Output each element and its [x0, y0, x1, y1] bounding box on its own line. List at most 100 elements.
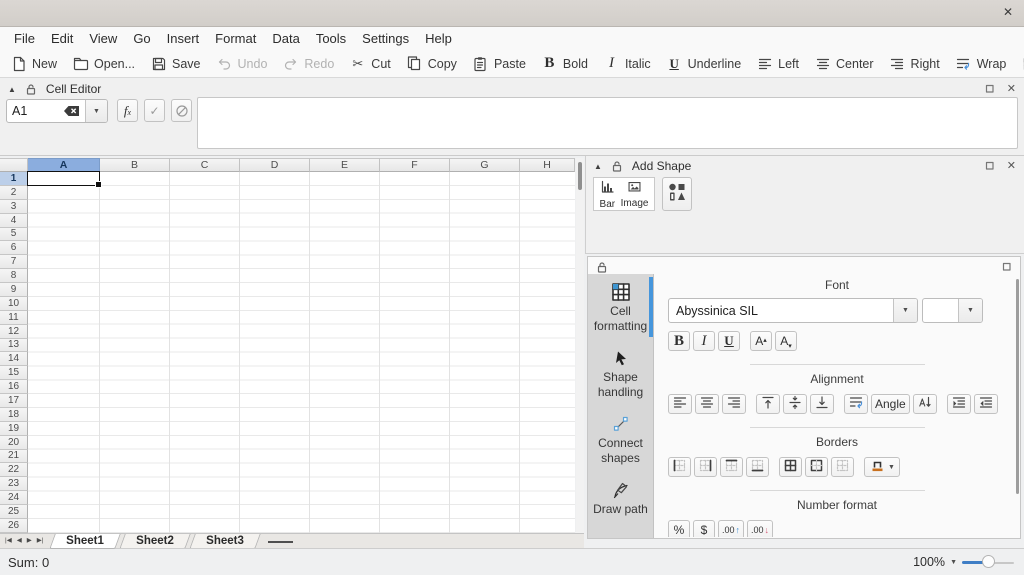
border-bottom-button[interactable]: [746, 457, 769, 477]
cell-reference-combo[interactable]: ▼: [6, 99, 108, 123]
border-all-button[interactable]: [779, 457, 802, 477]
toolbar-wrap-button[interactable]: Wrap: [955, 55, 1007, 72]
lock-icon[interactable]: [596, 261, 608, 273]
collapse-triangle-icon[interactable]: ▲: [8, 85, 16, 94]
column-header-a[interactable]: A: [28, 158, 100, 172]
fx-formula-button[interactable]: fx: [117, 99, 138, 122]
font-size-dropdown[interactable]: ▼: [958, 299, 982, 322]
spreadsheet-grid[interactable]: ABCDEFGH 1234567891011121314151617181920…: [0, 158, 575, 533]
border-outside-button[interactable]: [805, 457, 828, 477]
sheet-tab-sheet1[interactable]: Sheet1: [50, 534, 121, 549]
zoom-slider-handle[interactable]: [982, 555, 995, 568]
row-header-12[interactable]: 12: [0, 325, 28, 339]
toolbar-bold-button[interactable]: BBold: [541, 55, 588, 72]
lock-icon[interactable]: [611, 160, 623, 172]
border-right-button[interactable]: [694, 457, 717, 477]
grid-vertical-scrollbar[interactable]: [576, 158, 584, 533]
valign-top-button[interactable]: [756, 394, 780, 414]
cell-reference-dropdown[interactable]: ▼: [85, 100, 107, 122]
row-header-13[interactable]: 13: [0, 339, 28, 353]
toolbar-undo-button[interactable]: Undo: [216, 55, 268, 72]
cancel-null-button[interactable]: [171, 99, 192, 122]
border-left-button[interactable]: [668, 457, 691, 477]
sheet-first-button[interactable]: |◀: [3, 536, 14, 547]
toolbar-save-button[interactable]: Save: [150, 55, 201, 72]
column-headers[interactable]: ABCDEFGH: [0, 158, 575, 172]
menu-help[interactable]: Help: [417, 31, 460, 46]
toolbar-right-button[interactable]: Right: [889, 55, 940, 72]
row-header-15[interactable]: 15: [0, 366, 28, 380]
sidebar-tab-shape-handling[interactable]: Shape handling: [588, 340, 653, 406]
formula-input[interactable]: [197, 97, 1018, 149]
selection-fill-handle[interactable]: [95, 181, 102, 188]
italic-button[interactable]: I: [693, 331, 715, 351]
sidebar-tab-draw-path[interactable]: Draw path: [588, 472, 653, 523]
row-header-11[interactable]: 11: [0, 311, 28, 325]
menu-insert[interactable]: Insert: [159, 31, 208, 46]
cell-reference-input[interactable]: [12, 104, 50, 118]
sheet-last-button[interactable]: ▶|: [35, 536, 46, 547]
menu-go[interactable]: Go: [125, 31, 158, 46]
row-header-23[interactable]: 23: [0, 477, 28, 491]
wrap-cell-button[interactable]: [844, 394, 868, 414]
float-panel-icon[interactable]: [1002, 262, 1012, 272]
column-header-d[interactable]: D: [240, 158, 310, 172]
menu-data[interactable]: Data: [264, 31, 307, 46]
sheet-prev-button[interactable]: ◀: [15, 536, 24, 547]
row-header-17[interactable]: 17: [0, 394, 28, 408]
column-header-h[interactable]: H: [520, 158, 575, 172]
row-header-8[interactable]: 8: [0, 269, 28, 283]
grid-body[interactable]: [28, 172, 575, 533]
menu-format[interactable]: Format: [207, 31, 264, 46]
menu-view[interactable]: View: [81, 31, 125, 46]
close-panel-icon[interactable]: ✕: [1007, 84, 1016, 95]
percent-button[interactable]: %: [668, 520, 690, 537]
toolbar-new-button[interactable]: New: [10, 55, 57, 72]
chevron-down-icon[interactable]: ▼: [950, 559, 957, 566]
row-headers[interactable]: 1234567891011121314151617181920212223242…: [0, 172, 28, 533]
valign-middle-button[interactable]: [783, 394, 807, 414]
indent-less-button[interactable]: [974, 394, 998, 414]
toolbar-copy-button[interactable]: Copy: [406, 55, 457, 72]
sidebar-tab-connect-shapes[interactable]: Connect shapes: [588, 406, 653, 472]
row-header-3[interactable]: 3: [0, 200, 28, 214]
halign-center-button[interactable]: [695, 394, 719, 414]
row-header-2[interactable]: 2: [0, 186, 28, 200]
grid-vertical-scrollbar-handle[interactable]: [578, 162, 582, 190]
tabbar-resize-handle[interactable]: [268, 541, 293, 543]
toolbar-center-button[interactable]: Center: [814, 55, 874, 72]
toolbar-redo-button[interactable]: Redo: [282, 55, 334, 72]
vertical-text-button[interactable]: [913, 394, 937, 414]
toolbar-underline-button[interactable]: UUnderline: [666, 55, 742, 72]
column-header-f[interactable]: F: [380, 158, 450, 172]
clear-reference-icon[interactable]: [63, 105, 80, 117]
more-shapes-button[interactable]: [662, 177, 692, 211]
shape-template-bar[interactable]: Bar: [600, 179, 616, 210]
row-header-16[interactable]: 16: [0, 380, 28, 394]
menu-edit[interactable]: Edit: [43, 31, 81, 46]
row-header-25[interactable]: 25: [0, 505, 28, 519]
toolbar-paste-button[interactable]: Paste: [472, 55, 526, 72]
row-header-26[interactable]: 26: [0, 519, 28, 533]
halign-left-button[interactable]: [668, 394, 692, 414]
column-header-g[interactable]: G: [450, 158, 520, 172]
row-header-5[interactable]: 5: [0, 228, 28, 242]
row-header-14[interactable]: 14: [0, 352, 28, 366]
row-header-7[interactable]: 7: [0, 255, 28, 269]
menu-file[interactable]: File: [6, 31, 43, 46]
lock-icon[interactable]: [25, 83, 37, 95]
row-header-21[interactable]: 21: [0, 450, 28, 464]
row-header-9[interactable]: 9: [0, 283, 28, 297]
row-header-22[interactable]: 22: [0, 463, 28, 477]
window-close-icon[interactable]: ✕: [1003, 6, 1013, 18]
font-size-select[interactable]: ▼: [922, 298, 983, 323]
sidebar-scrollbar[interactable]: [1016, 279, 1019, 494]
font-family-select[interactable]: Abyssinica SIL ▼: [668, 298, 918, 323]
toolbar-cut-button[interactable]: ✂Cut: [349, 55, 390, 72]
grid-corner-cell[interactable]: [0, 158, 28, 172]
border-top-button[interactable]: [720, 457, 743, 477]
halign-right-button[interactable]: [722, 394, 746, 414]
border-none-button[interactable]: [831, 457, 854, 477]
bold-button[interactable]: B: [668, 331, 690, 351]
row-header-18[interactable]: 18: [0, 408, 28, 422]
